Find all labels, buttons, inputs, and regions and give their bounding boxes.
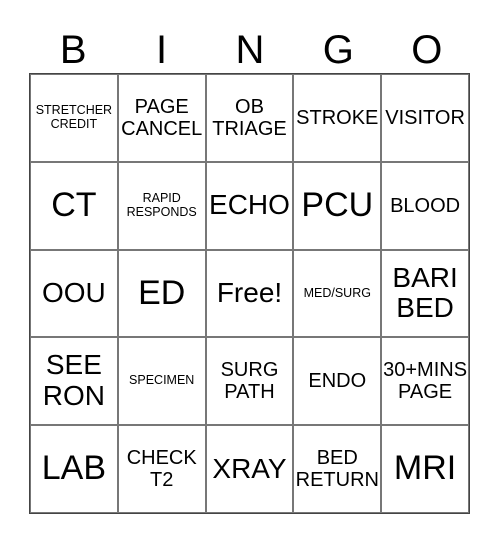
bingo-cell[interactable]: XRAY xyxy=(205,425,294,513)
bingo-cell-label: CHECK T2 xyxy=(126,447,197,492)
bingo-cell[interactable]: PAGE CANCEL xyxy=(117,74,206,162)
header-letter-i: I xyxy=(156,28,168,72)
bingo-cell-label: MRI xyxy=(393,449,457,488)
bingo-cell-label: STROKE xyxy=(296,106,379,129)
bingo-cell[interactable]: PCU xyxy=(293,161,382,250)
bingo-cell-label: CT xyxy=(51,186,97,224)
bingo-cell-label: ECHO xyxy=(209,189,290,221)
bingo-cell[interactable]: CT xyxy=(30,161,118,250)
bingo-cell-label: PAGE CANCEL xyxy=(121,95,203,140)
bingo-cell-label: SURG PATH xyxy=(220,359,279,404)
bingo-cell[interactable]: CHECK T2 xyxy=(117,425,206,513)
bingo-cell-label: BLOOD xyxy=(390,194,461,217)
bingo-cell-label: SEE RON xyxy=(42,349,106,412)
bingo-cell-label: STRETCHER CREDIT xyxy=(35,103,113,131)
bingo-cell[interactable]: ED xyxy=(117,249,206,338)
bingo-cell[interactable]: BED RETURN xyxy=(293,425,382,513)
bingo-cell[interactable]: MED/SURG xyxy=(293,249,382,338)
bingo-cell[interactable]: BARI BED xyxy=(381,249,469,338)
bingo-cell[interactable]: Free! xyxy=(205,249,294,338)
bingo-header: B I N G O xyxy=(29,28,471,72)
header-letter-n: N xyxy=(235,28,265,72)
bingo-cell[interactable]: OOU xyxy=(30,249,118,338)
bingo-cell-label: ED xyxy=(138,273,186,312)
bingo-cell-label: BARI BED xyxy=(392,261,458,324)
header-letter-g: G xyxy=(322,28,354,72)
bingo-cell[interactable]: RAPID RESPONDS xyxy=(117,161,206,250)
bingo-cell[interactable]: ENDO xyxy=(293,337,382,426)
bingo-grid: STRETCHER CREDIT PAGE CANCEL OB TRIAGE STRO… xyxy=(29,73,470,514)
bingo-cell-label: SPECIMEN xyxy=(129,373,195,388)
bingo-cell[interactable]: SPECIMEN xyxy=(117,337,206,426)
bingo-cell[interactable]: SEE RON xyxy=(30,337,118,426)
bingo-cell-label: RAPID RESPONDS xyxy=(126,190,197,219)
header-letter-b: B xyxy=(59,28,87,72)
bingo-cell[interactable]: STRETCHER CREDIT xyxy=(30,74,118,162)
bingo-cell-label: ENDO xyxy=(308,370,367,393)
bingo-cell[interactable]: 30+MINS PAGE xyxy=(381,337,469,426)
bingo-cell-label: MED/SURG xyxy=(303,285,371,300)
bingo-cell[interactable]: SURG PATH xyxy=(205,337,294,426)
bingo-cell-label: OB TRIAGE xyxy=(212,95,287,140)
bingo-cell-label: XRAY xyxy=(212,452,287,484)
bingo-cell[interactable]: MRI xyxy=(381,425,469,513)
bingo-cell-label: LAB xyxy=(41,449,107,488)
bingo-cell-label: Free! xyxy=(216,277,283,309)
bingo-cell-label: PCU xyxy=(301,186,374,224)
bingo-cell[interactable]: LAB xyxy=(30,425,118,513)
bingo-cell[interactable]: VISITOR xyxy=(381,74,469,162)
bingo-cell[interactable]: OB TRIAGE xyxy=(205,74,294,162)
bingo-cell-label: BED RETURN xyxy=(295,447,379,492)
bingo-cell[interactable]: BLOOD xyxy=(381,161,469,250)
header-letter-o: O xyxy=(411,28,443,72)
bingo-cell[interactable]: ECHO xyxy=(205,161,294,250)
bingo-cell[interactable]: STROKE xyxy=(293,74,382,162)
bingo-cell-label: VISITOR xyxy=(385,106,465,129)
bingo-cell-label: 30+MINS PAGE xyxy=(383,359,468,404)
bingo-cell-label: OOU xyxy=(42,277,106,309)
